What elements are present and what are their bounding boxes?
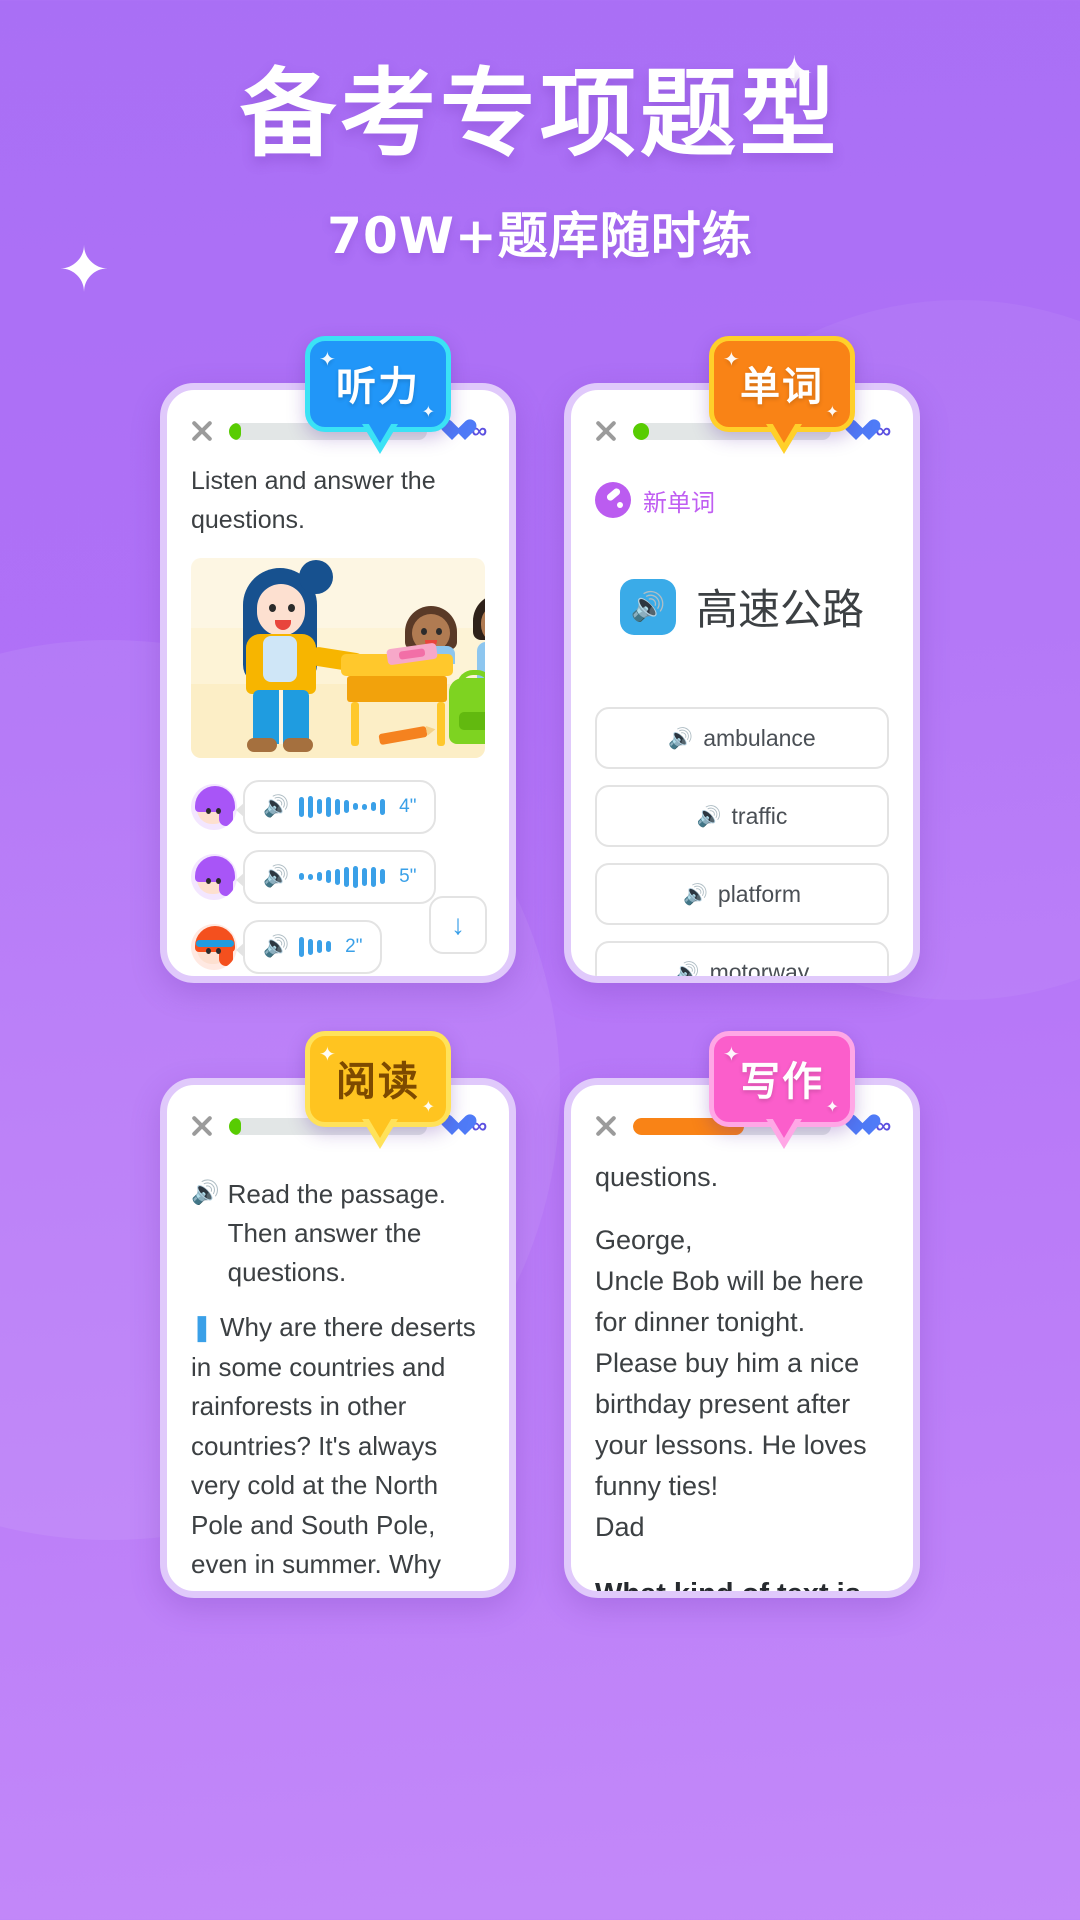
- phone-frame-vocabulary: ∞ 新单词 🔊 高速公路 🔊 ambulance 🔊 traffic 🔊 pla…: [564, 383, 920, 983]
- badge-listening-label: 听力: [336, 364, 420, 410]
- option-traffic[interactable]: 🔊 traffic: [595, 785, 889, 847]
- card-vocabulary: ✦ 单词 ✦ ∞ 新单词 🔊 高速公路 🔊 ambulance 🔊 traffi…: [564, 336, 920, 983]
- sparkle-icon: ✦: [319, 1042, 338, 1066]
- badge-vocabulary-label: 单词: [740, 364, 824, 410]
- waveform: [299, 865, 386, 888]
- option-label: motorway: [709, 958, 810, 983]
- audio-message-row[interactable]: 🔊 4": [191, 779, 485, 834]
- progress-fill: [633, 422, 649, 440]
- badge-listening[interactable]: ✦ 听力 ✦: [305, 336, 451, 454]
- option-motorway[interactable]: 🔊 motorway: [595, 941, 889, 983]
- badge-tail: [766, 421, 802, 454]
- option-list: 🔊 ambulance 🔊 traffic 🔊 platform 🔊 motor…: [595, 707, 889, 983]
- reading-passage-text: Why are there deserts in some countries …: [191, 1312, 476, 1591]
- speaker-icon: 🔊: [696, 805, 722, 828]
- waveform: [299, 936, 332, 958]
- page-title: 备考专项题型: [240, 58, 840, 170]
- card-listening: ✦ 听力 ✦ ∞ Listen and answer the questions…: [160, 336, 516, 983]
- speaker-icon: 🔊: [668, 727, 694, 750]
- speaker-icon: 🔊: [263, 935, 290, 958]
- audio-bubble[interactable]: 🔊 2": [235, 919, 383, 974]
- audio-bubble[interactable]: 🔊 4": [235, 779, 437, 834]
- audio-bubble[interactable]: 🔊 5": [235, 849, 437, 904]
- option-ambulance[interactable]: 🔊 ambulance: [595, 707, 889, 769]
- speaker-icon: 🔊: [263, 865, 290, 888]
- writing-letter-line: George,: [595, 1225, 693, 1256]
- card-row-bottom: ✦ 阅读 ✦ ∞ 🔊 Read the passage. Then answer…: [0, 1031, 1080, 1598]
- purple-hair-girl-avatar: [191, 783, 237, 830]
- new-word-icon: [595, 482, 631, 518]
- bookmark-icon: ❚: [191, 1312, 221, 1342]
- reading-instruction: 🔊 Read the passage. Then answer the ques…: [191, 1175, 485, 1292]
- word-prompt: 🔊 高速公路: [595, 576, 889, 637]
- badge-writing[interactable]: ✦ 写作 ✦: [709, 1031, 855, 1149]
- sparkle-icon: ✦: [723, 347, 742, 371]
- sparkle-icon: ✦: [421, 402, 437, 421]
- option-label: platform: [717, 880, 801, 907]
- waveform: [299, 795, 386, 818]
- arrow-down-icon[interactable]: ↓: [429, 896, 487, 954]
- close-icon[interactable]: [189, 418, 215, 444]
- speaker-icon: 🔊: [683, 883, 708, 906]
- card-grid: ✦ 听力 ✦ ∞ Listen and answer the questions…: [0, 336, 1080, 1598]
- sparkle-icon: ✦: [723, 1042, 742, 1066]
- progress-fill: [229, 422, 241, 440]
- reading-instruction-text: Read the passage. Then answer the questi…: [227, 1179, 446, 1287]
- card-writing: ✦ 写作 ✦ ∞ questions. George, Uncle Bob wi…: [564, 1031, 920, 1598]
- speaker-icon[interactable]: 🔊: [191, 1175, 220, 1210]
- phone-frame-reading: ∞ 🔊 Read the passage. Then answer the qu…: [160, 1078, 516, 1598]
- phone-frame-writing: ∞ questions. George, Uncle Bob will be h…: [564, 1078, 920, 1598]
- speaker-icon: 🔊: [263, 795, 290, 818]
- writing-top-fragment: questions.: [595, 1162, 719, 1192]
- badge-reading-label: 阅读: [336, 1059, 420, 1105]
- new-word-tag: 新单词: [595, 482, 889, 518]
- option-label: ambulance: [703, 724, 816, 751]
- listening-prompt: Listen and answer the questions.: [191, 467, 436, 534]
- badge-reading[interactable]: ✦ 阅读 ✦: [305, 1031, 451, 1149]
- option-label: traffic: [731, 802, 788, 829]
- card-body: Listen and answer the questions. 🔊 4" 🔊 …: [167, 444, 509, 974]
- audio-duration: 2": [345, 935, 363, 957]
- speaker-icon[interactable]: 🔊: [619, 578, 676, 635]
- progress-fill: [229, 1117, 241, 1135]
- sparkle-icon: ✦: [825, 402, 841, 421]
- card-body: 🔊 Read the passage. Then answer the ques…: [167, 1139, 509, 1591]
- writing-letter: George, Uncle Bob will be here for dinne…: [595, 1220, 889, 1548]
- close-icon[interactable]: [593, 418, 619, 444]
- card-reading: ✦ 阅读 ✦ ∞ 🔊 Read the passage. Then answer…: [160, 1031, 516, 1598]
- word-text: 高速公路: [695, 585, 864, 634]
- speaker-icon: 🔊: [674, 961, 700, 983]
- badge-writing-label: 写作: [740, 1059, 824, 1105]
- phone-frame-listening: ∞ Listen and answer the questions. 🔊 4" …: [160, 383, 516, 983]
- badge-vocabulary[interactable]: ✦ 单词 ✦: [709, 336, 855, 454]
- badge-tail: [362, 421, 398, 454]
- sparkle-icon: ✦: [825, 1097, 841, 1116]
- badge-tail: [362, 1116, 398, 1149]
- writing-letter-line: Uncle Bob will be here for dinner tonigh…: [595, 1266, 867, 1502]
- sparkle-icon: ✦: [319, 347, 338, 371]
- page-subtitle: 70W+题库随时练: [327, 207, 753, 265]
- card-body: questions. George, Uncle Bob will be her…: [571, 1139, 913, 1598]
- writing-question: What kind of text is it?: [595, 1578, 861, 1598]
- sparkle-icon: ✦: [421, 1097, 437, 1116]
- close-icon[interactable]: [189, 1113, 215, 1139]
- audio-duration: 4": [399, 795, 417, 817]
- audio-duration: 5": [399, 865, 417, 887]
- close-icon[interactable]: [593, 1113, 619, 1139]
- card-body: 新单词 🔊 高速公路 🔊 ambulance 🔊 traffic 🔊 platf…: [571, 444, 913, 983]
- reading-passage: ❚ Why are there deserts in some countrie…: [191, 1308, 485, 1591]
- purple-hair-girl-avatar: [191, 853, 237, 900]
- writing-letter-line: Dad: [595, 1512, 645, 1543]
- classroom-illustration: [191, 557, 485, 758]
- option-platform[interactable]: 🔊 platform: [595, 863, 889, 925]
- card-row-top: ✦ 听力 ✦ ∞ Listen and answer the questions…: [0, 336, 1080, 983]
- header: 备考专项题型 70W+题库随时练: [0, 54, 1080, 268]
- badge-tail: [766, 1116, 802, 1149]
- new-word-label: 新单词: [643, 488, 715, 517]
- orange-hair-boy-avatar: [191, 923, 237, 970]
